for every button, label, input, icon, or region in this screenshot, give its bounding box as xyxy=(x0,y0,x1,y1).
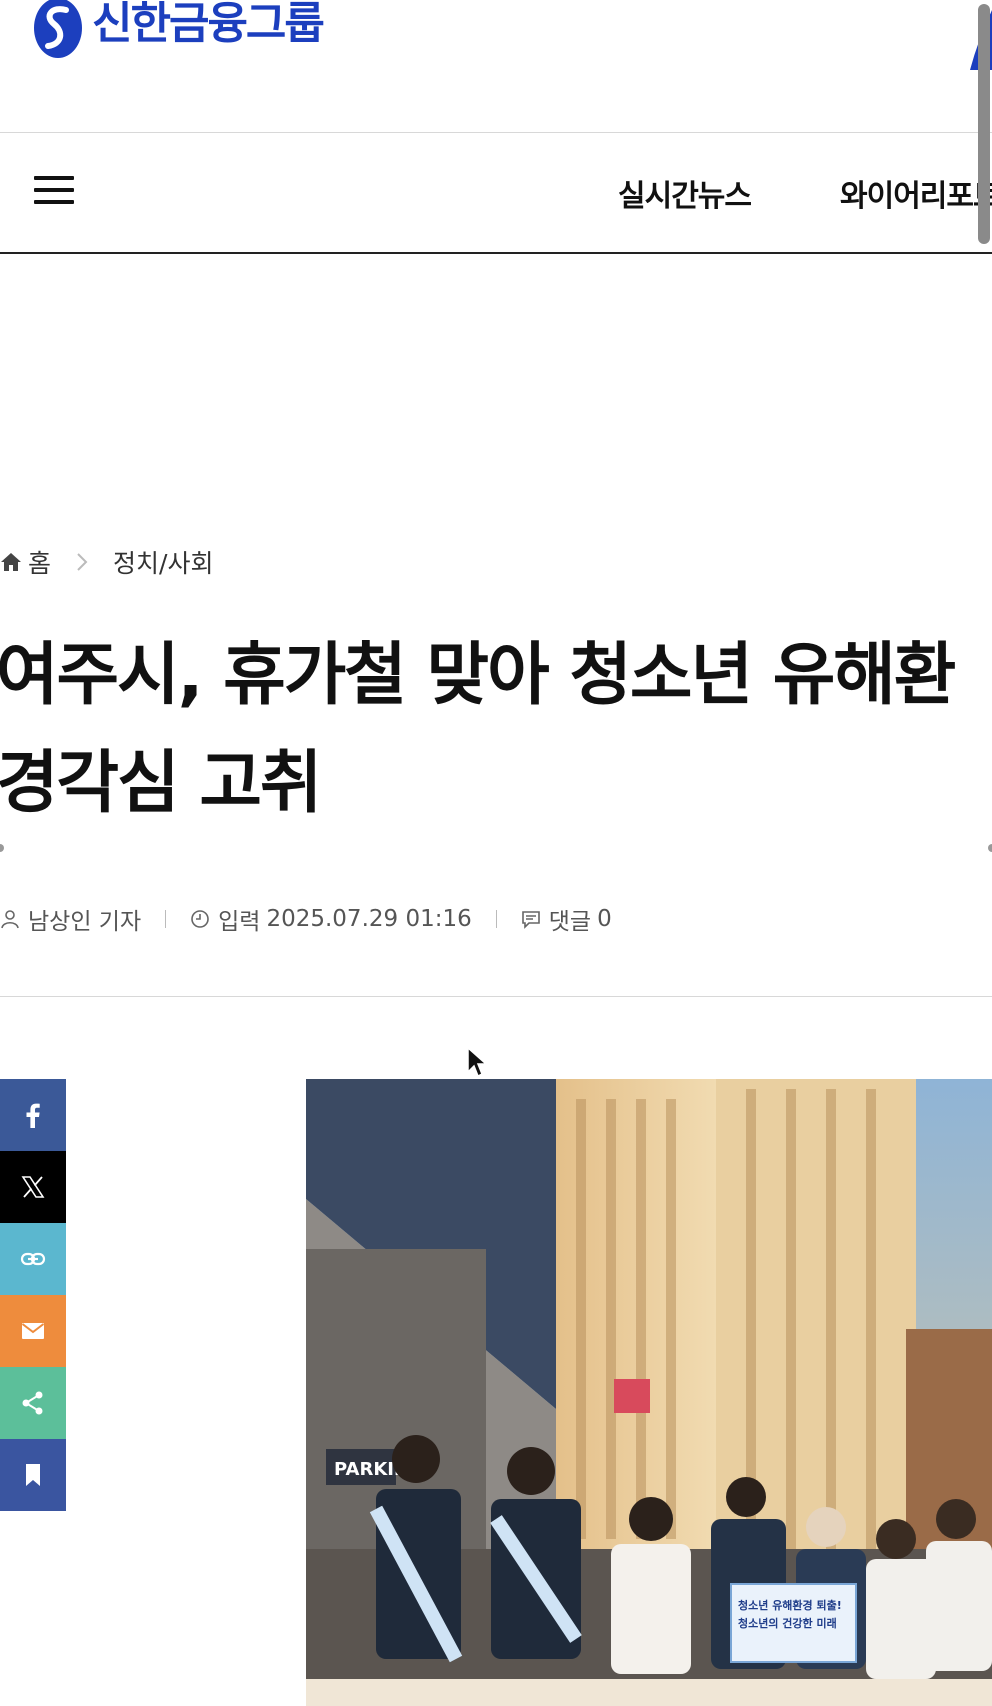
meta-separator xyxy=(495,910,497,928)
user-icon xyxy=(1,910,19,929)
article-meta: 남상인 기자 입력 2025.07.29 01:16 댓글 0 xyxy=(0,902,612,936)
share-icon xyxy=(22,1391,43,1415)
x-icon xyxy=(21,1176,45,1198)
author-item: 남상인 기자 xyxy=(0,902,141,936)
mail-icon xyxy=(21,1323,45,1339)
nav-item-realtime-news[interactable]: 실시간뉴스 xyxy=(618,171,752,215)
chevron-right-icon xyxy=(77,553,88,571)
edge-marker-right xyxy=(988,844,992,852)
breadcrumb-home[interactable]: 홈 xyxy=(28,544,51,580)
home-icon[interactable] xyxy=(0,551,22,573)
published-date: 2025.07.29 01:16 xyxy=(266,906,472,932)
comments-label: 댓글 xyxy=(548,909,592,935)
menu-icon[interactable] xyxy=(34,176,74,208)
comments-item[interactable]: 댓글 0 xyxy=(521,902,612,936)
facebook-icon xyxy=(26,1103,40,1128)
article-page: 신한금융그룹 실시간뉴스 와이어리포트 홈 정치/사회 여주시, 휴가철 맞아 … xyxy=(0,0,992,1706)
clock-icon xyxy=(191,910,209,928)
headline-line-1: 여주시, 휴가철 맞아 청소년 유해환 xyxy=(0,636,956,715)
copy-link-button[interactable] xyxy=(0,1223,66,1295)
headline-line-2: 경각심 고취 xyxy=(0,744,322,823)
brand-name: 신한금융그룹 xyxy=(92,0,325,49)
banner-line-2: 청소년의 건강한 미래 xyxy=(738,1616,837,1630)
meta-divider xyxy=(0,996,992,997)
article-headline: 여주시, 휴가철 맞아 청소년 유해환 경각심 고취 xyxy=(0,622,992,838)
bookmark-icon xyxy=(26,1464,40,1486)
top-ad-banner[interactable]: 신한금융그룹 xyxy=(0,0,992,132)
scrollbar-thumb[interactable] xyxy=(978,4,990,244)
banner-line-1: 청소년 유해환경 퇴출! xyxy=(738,1598,842,1612)
main-navbar: 실시간뉴스 와이어리포트 xyxy=(0,133,992,254)
email-share-button[interactable] xyxy=(0,1295,66,1367)
author-name[interactable]: 남상인 기자 xyxy=(28,902,141,936)
link-icon xyxy=(20,1252,46,1266)
shinhan-logo-icon xyxy=(34,0,82,58)
nav-item-wire-report[interactable]: 와이어리포트 xyxy=(840,171,992,215)
x-share-button[interactable] xyxy=(0,1151,66,1223)
article-photo[interactable]: PARKIN 청소년 유해환경 퇴출! 청소년의 건강한 미래 xyxy=(306,1079,992,1706)
share-sidebar xyxy=(0,1079,66,1511)
comments-count: 0 xyxy=(597,906,612,932)
published-item: 입력 2025.07.29 01:16 xyxy=(190,902,472,936)
comment-icon xyxy=(521,911,540,929)
shinhan-logo[interactable]: 신한금융그룹 xyxy=(32,0,325,62)
published-label: 입력 xyxy=(218,909,261,935)
bookmark-button[interactable] xyxy=(0,1439,66,1511)
edge-marker-left xyxy=(0,844,4,852)
facebook-share-button[interactable] xyxy=(0,1079,66,1151)
breadcrumb-section[interactable]: 정치/사회 xyxy=(113,544,213,580)
breadcrumb: 홈 정치/사회 xyxy=(0,544,213,580)
article-photo-illustration: PARKIN 청소년 유해환경 퇴출! 청소년의 건강한 미래 xyxy=(306,1079,992,1706)
mouse-cursor-icon xyxy=(467,1046,488,1078)
share-button[interactable] xyxy=(0,1367,66,1439)
meta-separator xyxy=(165,910,167,928)
